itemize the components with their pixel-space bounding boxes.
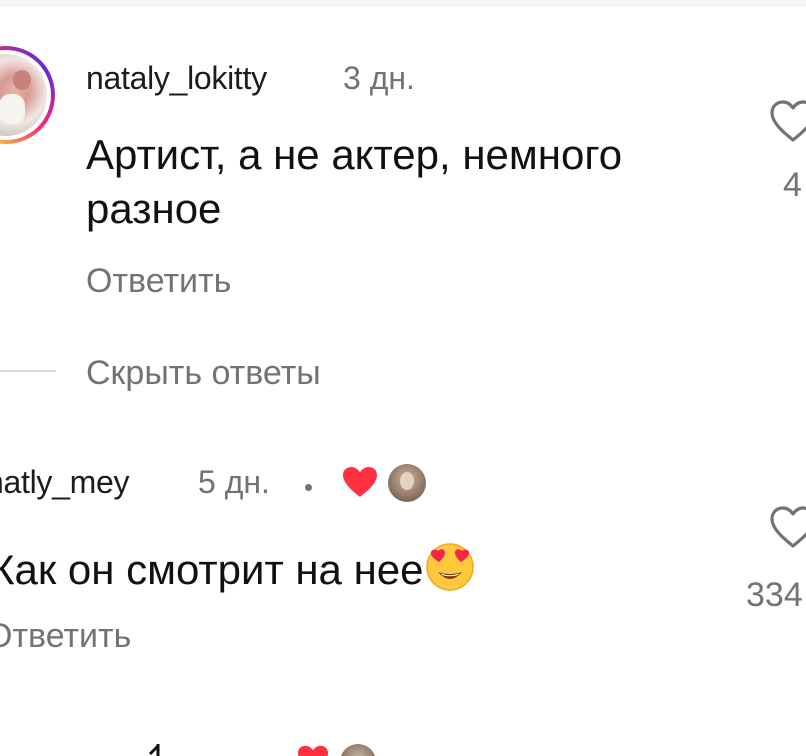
- story-ring-avatar[interactable]: [0, 46, 55, 144]
- hide-replies-button[interactable]: Скрыть ответы: [86, 354, 321, 393]
- heart-eyes-emoji-icon: [424, 540, 476, 592]
- comment-username[interactable]: nataly_lokitty: [86, 60, 267, 97]
- comment-text-content: Как он смотрит на нее: [0, 546, 424, 593]
- heart-filled-icon: [343, 467, 377, 497]
- top-divider: [0, 0, 806, 6]
- author-avatar-face: [400, 472, 414, 490]
- reply-button[interactable]: Ответить: [0, 617, 131, 656]
- author-avatar: [340, 744, 376, 756]
- comment-timestamp: 5 дн.: [198, 464, 270, 500]
- heart-outline-icon[interactable]: [768, 504, 806, 550]
- reply-button[interactable]: Ответить: [86, 262, 231, 301]
- author-avatar: [388, 464, 426, 502]
- like-count[interactable]: 334: [746, 576, 803, 615]
- avatar-photo-detail: [13, 70, 31, 90]
- avatar-photo-detail: [0, 94, 25, 124]
- heart-filled-icon: [298, 745, 328, 756]
- comment-text: Артист, а не актер, немного разное: [86, 131, 623, 232]
- comment-text: Как он смотрит на нее: [0, 540, 476, 597]
- truncated-text-fragment: [148, 744, 160, 756]
- heart-outline-icon[interactable]: [768, 98, 806, 144]
- comments-page: nataly_lokitty 3 дн. Артист, а не актер,…: [0, 0, 806, 756]
- comment-username[interactable]: natly_mey: [0, 464, 129, 501]
- separator-dot: [305, 484, 312, 491]
- replies-divider-line: [0, 370, 56, 372]
- like-count[interactable]: 4: [783, 166, 802, 205]
- comment-timestamp: 3 дн.: [343, 60, 415, 96]
